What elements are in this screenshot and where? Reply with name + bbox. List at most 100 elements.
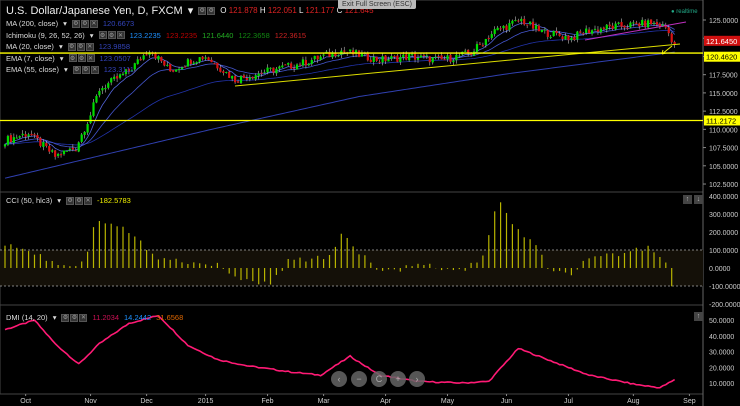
chevron-down-icon[interactable]: ▾ — [57, 196, 61, 205]
candle-body — [655, 22, 659, 25]
candle-body — [411, 54, 414, 56]
candle-body — [422, 55, 425, 57]
zoom-in-button[interactable]: + — [390, 371, 406, 387]
candle-body — [80, 134, 83, 142]
candle-body — [599, 28, 602, 33]
candle-body — [496, 27, 499, 31]
settings-icon[interactable]: ⚙ — [198, 6, 207, 15]
price-badge-label: 120.4620 — [706, 53, 737, 62]
candle-body — [225, 72, 228, 74]
candle-body — [260, 72, 263, 74]
candle-body — [248, 77, 251, 80]
candle-body — [552, 30, 555, 37]
candle-body — [440, 55, 443, 60]
dmi-axis-label: 40.0000 — [709, 334, 734, 341]
close-icon[interactable]: ✕ — [89, 19, 98, 28]
chevron-down-icon[interactable]: ▾ — [63, 19, 67, 28]
settings-icon[interactable]: ⚙ — [98, 31, 107, 39]
close-icon[interactable]: ✕ — [86, 54, 95, 62]
close-icon[interactable]: ✕ — [90, 65, 99, 74]
close-icon[interactable]: ✕ — [116, 31, 125, 39]
close-icon[interactable]: ✕ — [79, 313, 88, 322]
zoom-out-button[interactable]: − — [351, 371, 367, 387]
candle-body — [65, 150, 69, 152]
indicator-name[interactable]: MA (20, close) — [6, 42, 54, 51]
indicator-name[interactable]: MA (200, close) — [6, 19, 58, 28]
gear-icon[interactable]: ⚙ — [207, 6, 216, 15]
chevron-down-icon[interactable]: ▾ — [53, 313, 57, 322]
candle-body — [236, 81, 240, 83]
cci-title[interactable]: CCI (50, hlc3) — [6, 196, 52, 205]
dmi-title[interactable]: DMI (14, 20) — [6, 313, 48, 322]
settings-icon[interactable]: ⚙ — [68, 54, 77, 62]
settings-icon[interactable]: ⚙ — [61, 313, 70, 322]
indicator-value: 123.2235 — [129, 30, 161, 40]
gear-icon[interactable]: ⚙ — [77, 54, 86, 62]
candle-body — [133, 63, 136, 70]
gear-icon[interactable]: ⚙ — [81, 65, 90, 74]
candle-body — [222, 71, 225, 73]
indicator-name[interactable]: Ichimoku (9, 26, 52, 26) — [6, 31, 85, 40]
cci-axis-label: 300.0000 — [709, 212, 738, 219]
chevron-down-icon[interactable]: ▾ — [60, 54, 64, 63]
reset-chart-button[interactable]: C — [371, 371, 387, 387]
candle-body — [458, 55, 461, 57]
settings-icon[interactable]: ⚙ — [66, 196, 75, 205]
candle-body — [12, 137, 15, 143]
chevron-down-icon[interactable]: ▾ — [64, 65, 68, 74]
candle-body — [30, 133, 33, 136]
gear-icon[interactable]: ⚙ — [107, 31, 116, 39]
candle-body — [399, 56, 402, 62]
x-axis-label: Apr — [380, 398, 392, 405]
legend-buttons[interactable]: ⚙ ⚙ — [198, 6, 216, 15]
candle-body — [198, 57, 201, 63]
candle-body — [546, 30, 549, 37]
symbol-title[interactable]: U.S. Dollar/Japanese Yen, D, FXCM — [6, 5, 183, 17]
candle-body — [419, 55, 423, 58]
move-up-icon[interactable]: ↑ — [694, 312, 703, 321]
gear-icon[interactable]: ⚙ — [70, 313, 79, 322]
gear-icon[interactable]: ⚙ — [80, 19, 89, 28]
settings-icon[interactable]: ⚙ — [72, 65, 81, 74]
candle-body — [92, 102, 95, 116]
candle-body — [647, 20, 650, 28]
candle-body — [641, 19, 644, 26]
chevron-down-icon[interactable]: ▾ — [59, 42, 63, 51]
candle-body — [508, 23, 511, 31]
candle-body — [644, 20, 647, 27]
gear-icon[interactable]: ⚙ — [75, 196, 84, 205]
candle-body — [139, 58, 142, 61]
cci-axis-label: 400.0000 — [709, 194, 738, 201]
candle-body — [275, 68, 278, 74]
candle-body — [349, 49, 352, 52]
scroll-right-button[interactable]: › — [409, 371, 425, 387]
indicator-name[interactable]: EMA (7, close) — [6, 54, 55, 63]
indicator-name[interactable]: EMA (55, close) — [6, 65, 59, 74]
candle-body — [145, 54, 148, 56]
gear-icon[interactable]: ⚙ — [76, 42, 85, 51]
chevron-down-icon[interactable]: ▾ — [90, 31, 94, 40]
candle-body — [231, 75, 234, 79]
move-down-icon[interactable]: ↓ — [694, 195, 703, 204]
settings-icon[interactable]: ⚙ — [71, 19, 80, 28]
candle-body — [425, 55, 428, 57]
candle-body — [635, 22, 638, 24]
close-icon[interactable]: ✕ — [84, 196, 93, 205]
candle-body — [254, 75, 257, 80]
candle-body — [514, 20, 517, 22]
candle-body — [381, 56, 384, 63]
candle-body — [304, 60, 307, 66]
move-up-icon[interactable]: ↑ — [683, 195, 692, 204]
indicator-value: 122.3658 — [238, 30, 270, 40]
candle-body — [593, 28, 597, 30]
candle-body — [6, 135, 10, 145]
candle-body — [629, 22, 632, 28]
scroll-left-button[interactable]: ‹ — [331, 371, 347, 387]
chevron-down-icon[interactable]: ▾ — [188, 4, 194, 17]
close-icon[interactable]: ✕ — [85, 42, 94, 51]
candle-body — [142, 55, 145, 60]
price-badge-label: 121.6450 — [706, 37, 737, 46]
exit-fullscreen-button[interactable]: Exit Full Screen (ESC) — [338, 0, 417, 9]
settings-icon[interactable]: ⚙ — [67, 42, 76, 51]
x-axis-label: 2015 — [198, 398, 214, 405]
